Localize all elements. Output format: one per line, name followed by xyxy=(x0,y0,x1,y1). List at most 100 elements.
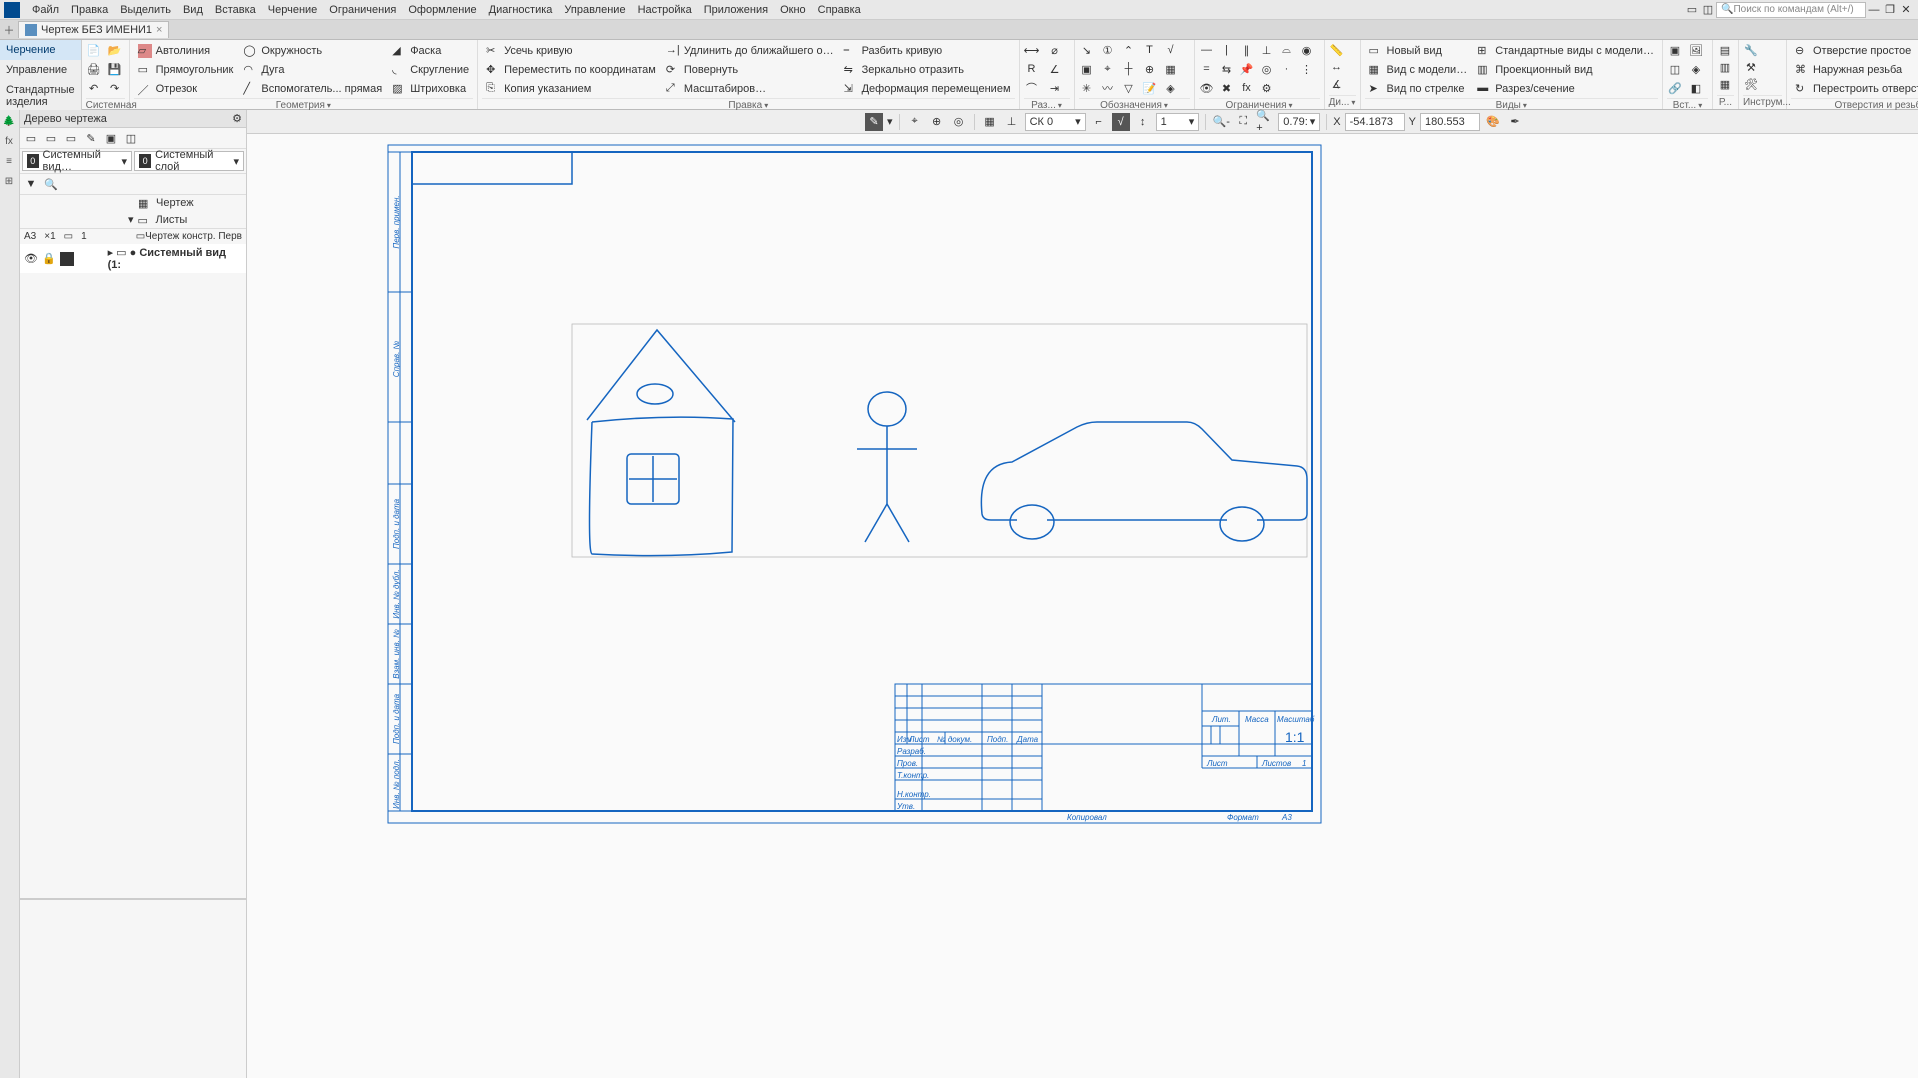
menu-select[interactable]: Выделить xyxy=(114,2,177,18)
tree-gear-icon[interactable]: ⚙ xyxy=(232,112,242,125)
leader-icon[interactable]: ↘ xyxy=(1079,42,1095,58)
menu-design[interactable]: Оформление xyxy=(402,2,482,18)
filter-icon[interactable]: ▼ xyxy=(22,176,40,192)
dim-dia-icon[interactable]: ⌀ xyxy=(1047,42,1063,58)
vtool-props-icon[interactable]: ⊞ xyxy=(0,172,18,190)
ins-frag-icon[interactable]: ▣ xyxy=(1667,42,1683,58)
menu-settings[interactable]: Настройка xyxy=(632,2,698,18)
ribbon-tab-stdparts[interactable]: Стандартные изделия xyxy=(0,80,81,112)
c-horiz-icon[interactable]: — xyxy=(1199,42,1215,58)
tree-btn1[interactable]: ▭ xyxy=(22,130,40,146)
menu-diagnostics[interactable]: Диагностика xyxy=(483,2,559,18)
undo-icon[interactable]: ↶ xyxy=(86,80,102,96)
menu-file[interactable]: Файл xyxy=(26,2,65,18)
dim-radial-icon[interactable]: R xyxy=(1024,61,1040,77)
c-show-icon[interactable]: 👁 xyxy=(1199,80,1215,96)
menu-insert[interactable]: Вставка xyxy=(209,2,262,18)
layer-combo[interactable]: СК 0▾ xyxy=(1025,113,1086,131)
close-icon[interactable]: ✕ xyxy=(1898,2,1914,18)
layer-select[interactable]: 0Системный слой▾ xyxy=(134,151,244,171)
rectangle-button[interactable]: ▭Прямоугольник xyxy=(134,61,238,79)
c-tangent-icon[interactable]: ⌓ xyxy=(1279,42,1295,58)
instr-icon1[interactable]: 🔧 xyxy=(1743,42,1759,58)
ins-hyper-icon[interactable]: 🔗 xyxy=(1667,80,1683,96)
new-doc-icon[interactable]: 📄 xyxy=(86,42,102,58)
rebuild-holes-button[interactable]: ↻Перестроить отверстия и из… xyxy=(1791,80,1918,98)
menu-view[interactable]: Вид xyxy=(177,2,209,18)
newview-button[interactable]: ▭Новый вид xyxy=(1365,42,1472,60)
diag-measure-icon[interactable]: 📏 xyxy=(1329,42,1345,58)
menu-window[interactable]: Окно xyxy=(774,2,812,18)
text-icon[interactable]: T xyxy=(1142,42,1158,58)
c-equal-icon[interactable]: = xyxy=(1199,61,1215,77)
menu-drawing[interactable]: Черчение xyxy=(262,2,324,18)
c-collinear-icon[interactable]: ⋮ xyxy=(1299,61,1315,77)
ct-grid-icon[interactable]: ▦ xyxy=(981,113,999,131)
layout-icon2[interactable]: ◫ xyxy=(1700,2,1716,18)
instr-icon2[interactable]: ⚒ xyxy=(1743,59,1759,75)
rough-icon[interactable]: ▽ xyxy=(1121,80,1137,96)
hatch-button[interactable]: ▨Штриховка xyxy=(388,80,473,98)
menu-constraints[interactable]: Ограничения xyxy=(323,2,402,18)
zoom-fit-icon[interactable]: ⛶ xyxy=(1234,113,1252,131)
ct-axis-icon[interactable]: ↕ xyxy=(1134,113,1152,131)
ct-ortho-icon[interactable]: ⊥ xyxy=(1003,113,1021,131)
ins-ole-icon[interactable]: ◫ xyxy=(1667,61,1683,77)
axis-icon[interactable]: ⊕ xyxy=(1142,61,1158,77)
surffin-icon[interactable]: √ xyxy=(1163,42,1179,58)
vtool-layers-icon[interactable]: ≡ xyxy=(0,152,18,170)
instr-icon3[interactable]: 🛠 xyxy=(1743,76,1759,92)
group-diag-label[interactable]: Ди... xyxy=(1329,95,1356,109)
gtol-icon[interactable]: ⌖ xyxy=(1100,61,1116,77)
extend-button[interactable]: →|Удлинить до ближайшего о… xyxy=(662,42,838,60)
mark-icon[interactable]: ✳ xyxy=(1079,80,1095,96)
c-coinc-icon[interactable]: ◉ xyxy=(1299,42,1315,58)
ct-ucs-icon[interactable]: ⌐ xyxy=(1090,113,1108,131)
zoom-in-icon[interactable]: 🔍+ xyxy=(1256,113,1274,131)
tab-close-icon[interactable]: × xyxy=(156,24,162,36)
datum-icon[interactable]: ▣ xyxy=(1079,61,1095,77)
autoline-button[interactable]: ▱Автолиния xyxy=(134,42,238,60)
stdviews-button[interactable]: ⊞Стандартные виды с модели… xyxy=(1473,42,1658,60)
vtool-tree-icon[interactable]: 🌲 xyxy=(0,112,18,130)
fillet-button[interactable]: ◟Скругление xyxy=(388,61,473,79)
menu-edit[interactable]: Правка xyxy=(65,2,114,18)
scale-button[interactable]: ⤢Масштабиров… xyxy=(662,80,838,98)
menu-manage[interactable]: Управление xyxy=(558,2,631,18)
move-button[interactable]: ✥Переместить по координатам xyxy=(482,61,660,79)
tree-node-drawing[interactable]: ▦Чертеж xyxy=(20,195,246,211)
dim-auto-icon[interactable]: ⇥ xyxy=(1047,80,1063,96)
zoom-out-icon[interactable]: 🔍- xyxy=(1212,113,1230,131)
chamfer-button[interactable]: ◢Фаска xyxy=(388,42,473,60)
c-midpoint-icon[interactable]: · xyxy=(1279,61,1295,77)
mirror-button[interactable]: ⇋Зеркально отразить xyxy=(840,61,1015,79)
search-tree-icon[interactable]: 🔍 xyxy=(42,176,60,192)
r-icon1[interactable]: ▤ xyxy=(1717,42,1733,58)
misc-label-icon[interactable]: ◈ xyxy=(1163,80,1179,96)
ct-snap1-icon[interactable]: ⌖ xyxy=(906,113,924,131)
print-icon[interactable]: 🖨 xyxy=(86,61,102,77)
ins-local-icon[interactable]: ◧ xyxy=(1688,80,1704,96)
c-concentric-icon[interactable]: ◎ xyxy=(1259,61,1275,77)
c-param-icon[interactable]: fx xyxy=(1239,80,1255,96)
tree-btn6[interactable]: ◫ xyxy=(122,130,140,146)
c-parallel-icon[interactable]: ∥ xyxy=(1239,42,1255,58)
tree-btn4[interactable]: ✎ xyxy=(82,130,100,146)
ct-eyedrop-icon[interactable]: ✒ xyxy=(1506,113,1524,131)
ct-snap2-icon[interactable]: ⊕ xyxy=(928,113,946,131)
view-select[interactable]: 0Системный вид…▾ xyxy=(22,151,132,171)
circle-button[interactable]: ◯Окружность xyxy=(239,42,386,60)
dim-arc-icon[interactable]: ⌒ xyxy=(1024,80,1040,96)
tree-btn5[interactable]: ▣ xyxy=(102,130,120,146)
trim-button[interactable]: ✂Усечь кривую xyxy=(482,42,660,60)
ct-pencil-icon[interactable]: ✎ xyxy=(865,113,883,131)
tree-node-sheets[interactable]: ▾▭Листы xyxy=(20,211,246,228)
command-search[interactable]: 🔍 Поиск по командам (Alt+/) xyxy=(1716,2,1866,18)
arrowview-button[interactable]: ➤Вид по стрелке xyxy=(1365,80,1472,98)
save-icon[interactable]: 💾 xyxy=(107,61,123,77)
split-button[interactable]: ⎯Разбить кривую xyxy=(840,42,1015,60)
ins-macro-icon[interactable]: ◈ xyxy=(1688,61,1704,77)
weld-icon[interactable]: ⌃ xyxy=(1121,42,1137,58)
projview-button[interactable]: ▥Проекционный вид xyxy=(1473,61,1658,79)
minimize-icon[interactable]: — xyxy=(1866,2,1882,18)
